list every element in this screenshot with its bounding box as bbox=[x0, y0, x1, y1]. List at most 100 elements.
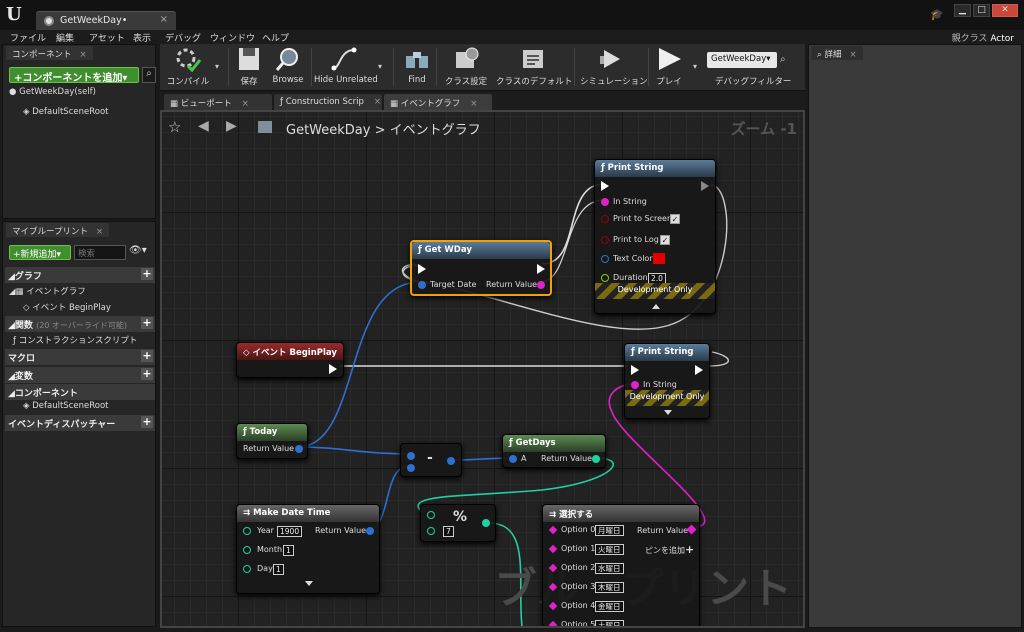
node-event-beginplay[interactable]: ◇ イベント BeginPlay bbox=[236, 342, 344, 378]
node-today[interactable]: ƒ Today Return Value bbox=[236, 423, 308, 459]
tab-event-graph[interactable]: ▦ イベントグラフ × bbox=[384, 94, 492, 110]
category-graphs[interactable]: ◢グラフ + bbox=[5, 267, 155, 283]
compile-options-chevron-icon[interactable]: ▾ bbox=[215, 62, 219, 71]
add-dispatcher-icon[interactable]: + bbox=[141, 416, 153, 428]
input-a-pin[interactable] bbox=[407, 452, 415, 460]
class-settings-button[interactable]: クラス設定 bbox=[442, 46, 490, 87]
exec-out-pin[interactable] bbox=[701, 181, 709, 191]
blueprint-search-input[interactable]: 検索 bbox=[74, 245, 126, 260]
hide-unrelated-chevron-icon[interactable]: ▾ bbox=[378, 62, 382, 71]
eye-icon[interactable]: 👁▾ bbox=[129, 245, 153, 260]
duration-pin[interactable] bbox=[601, 274, 609, 282]
exec-in-pin[interactable] bbox=[601, 181, 609, 191]
find-button[interactable]: Find bbox=[402, 46, 432, 85]
option-5-pin[interactable] bbox=[548, 620, 558, 626]
expand-arrow-icon[interactable] bbox=[305, 581, 313, 586]
option-2-pin[interactable] bbox=[548, 563, 558, 573]
output-pin[interactable] bbox=[447, 457, 455, 465]
details-tab[interactable]: ⌕ 詳細 × bbox=[811, 46, 863, 60]
add-pin-plus-icon[interactable]: + bbox=[685, 543, 694, 556]
add-component-button[interactable]: +コンポーネントを追加▾ bbox=[9, 67, 139, 84]
forward-arrow-icon[interactable]: ▶ bbox=[226, 118, 237, 134]
day-pin[interactable] bbox=[243, 565, 251, 573]
exec-out-pin[interactable] bbox=[695, 365, 703, 375]
menu-help[interactable]: ヘルプ bbox=[262, 31, 289, 44]
node-select[interactable]: ⇉ 選択する Return Value ピンを追加 + Option 0 月曜日… bbox=[542, 504, 700, 626]
parent-class-value[interactable]: Actor bbox=[990, 34, 1014, 44]
category-macros[interactable]: マクロ + bbox=[5, 349, 155, 365]
day-input[interactable]: 1 bbox=[273, 564, 284, 575]
add-macro-icon[interactable]: + bbox=[141, 350, 153, 362]
close-window-button[interactable]: ✕ bbox=[992, 4, 1018, 17]
menu-window[interactable]: ウィンドウ bbox=[210, 31, 255, 44]
option-4-pin[interactable] bbox=[548, 601, 558, 611]
exec-out-pin[interactable] bbox=[329, 364, 337, 374]
return-value-pin[interactable] bbox=[295, 445, 303, 453]
my-blueprint-tab[interactable]: マイブループリント × bbox=[6, 223, 110, 237]
menu-file[interactable]: ファイル bbox=[10, 31, 46, 44]
add-graph-icon[interactable]: + bbox=[141, 268, 153, 280]
option-1-input[interactable]: 火曜日 bbox=[595, 544, 624, 555]
tree-item-default-scene-root[interactable]: ◈ DefaultSceneRoot bbox=[23, 401, 108, 411]
print-log-pin[interactable] bbox=[601, 236, 609, 244]
input-a-pin[interactable] bbox=[509, 455, 517, 463]
node-make-date-time[interactable]: ⇉ Make Date Time Year 1900 Return Value … bbox=[236, 504, 380, 594]
document-tab[interactable]: GetWeekDay• × bbox=[36, 11, 176, 30]
play-button[interactable]: プレイ bbox=[652, 46, 686, 87]
close-tab-icon[interactable]: × bbox=[160, 14, 168, 25]
tab-construction-script[interactable]: ƒ Construction Scrip × bbox=[274, 94, 382, 110]
input-b-pin[interactable] bbox=[407, 464, 415, 472]
category-variables[interactable]: ◢変数 + bbox=[5, 367, 155, 383]
debug-search-icon[interactable]: ⌕ bbox=[780, 54, 786, 65]
node-get-wday[interactable]: ƒ Get WDay Target Date Return Value bbox=[410, 240, 552, 296]
month-input[interactable]: 1 bbox=[283, 545, 294, 556]
play-options-chevron-icon[interactable]: ▾ bbox=[693, 62, 697, 71]
save-button[interactable]: 保存 bbox=[234, 46, 264, 87]
bookmark-star-icon[interactable]: ☆ bbox=[168, 118, 181, 136]
node-print-string-1[interactable]: ƒ Print String In String Print to Screen… bbox=[594, 159, 716, 314]
minimize-button[interactable]: ▁ bbox=[954, 4, 971, 17]
browse-button[interactable]: Browse bbox=[268, 46, 308, 85]
option-5-input[interactable]: 土曜日 bbox=[595, 620, 624, 626]
search-icon[interactable]: ⌕ bbox=[142, 67, 156, 83]
graduation-cap-icon[interactable]: 🎓 bbox=[930, 8, 944, 21]
exec-in-pin[interactable] bbox=[418, 264, 426, 274]
node-get-days[interactable]: ƒ GetDays A Return Value bbox=[502, 434, 606, 468]
target-date-pin[interactable] bbox=[418, 281, 426, 289]
exec-out-pin[interactable] bbox=[537, 264, 545, 274]
tree-item-construction-script[interactable]: ƒ コンストラクションスクリプト bbox=[13, 334, 137, 346]
text-color-pin[interactable] bbox=[601, 255, 609, 263]
in-string-pin[interactable] bbox=[601, 198, 609, 206]
tab-viewport[interactable]: ▦ ビューポート × bbox=[164, 94, 272, 110]
input-a-pin[interactable] bbox=[427, 511, 435, 519]
node-subtract[interactable]: - bbox=[400, 443, 462, 477]
option-2-input[interactable]: 水曜日 bbox=[595, 563, 624, 574]
year-pin[interactable] bbox=[243, 527, 251, 535]
menu-asset[interactable]: アセット bbox=[89, 31, 125, 44]
add-function-icon[interactable]: + bbox=[141, 317, 153, 329]
return-value-pin[interactable] bbox=[592, 455, 600, 463]
modulo-divisor-input[interactable]: 7 bbox=[443, 526, 454, 537]
return-value-pin[interactable] bbox=[366, 527, 374, 535]
exec-in-pin[interactable] bbox=[631, 365, 639, 375]
tree-item-event-graph[interactable]: ◢▦ イベントグラフ bbox=[9, 285, 86, 297]
tree-item-beginplay[interactable]: ◇ イベント BeginPlay bbox=[23, 301, 111, 313]
in-string-pin[interactable] bbox=[631, 381, 639, 389]
scene-root-component-item[interactable]: ◈ DefaultSceneRoot bbox=[23, 107, 108, 117]
option-1-pin[interactable] bbox=[548, 544, 558, 554]
print-screen-pin[interactable] bbox=[601, 215, 609, 223]
month-pin[interactable] bbox=[243, 546, 251, 554]
option-4-input[interactable]: 金曜日 bbox=[595, 601, 624, 612]
compile-button[interactable]: コンパイル bbox=[166, 46, 210, 87]
category-functions[interactable]: ◢関数 (20 オーバーライド可能) + bbox=[5, 316, 155, 332]
menu-debug[interactable]: デバッグ bbox=[165, 31, 201, 44]
breadcrumb-root[interactable]: GetWeekDay bbox=[286, 123, 370, 138]
print-screen-checkbox[interactable]: ✓ bbox=[670, 214, 680, 224]
class-defaults-button[interactable]: クラスのデフォルト bbox=[496, 46, 572, 87]
print-log-checkbox[interactable]: ✓ bbox=[660, 235, 670, 245]
input-b-pin[interactable] bbox=[427, 527, 435, 535]
output-pin[interactable] bbox=[482, 519, 490, 527]
option-3-pin[interactable] bbox=[548, 582, 558, 592]
category-event-dispatchers[interactable]: イベントディスパッチャー + bbox=[5, 415, 155, 431]
self-component-item[interactable]: ● GetWeekDay(self) bbox=[9, 87, 96, 97]
